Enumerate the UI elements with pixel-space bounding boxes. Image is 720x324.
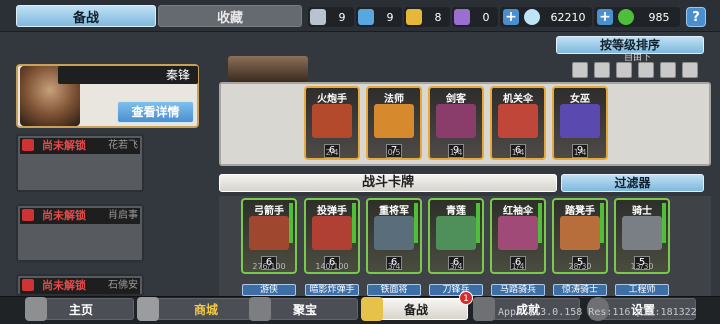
next-unit-label[interactable]: 铁面将: [367, 284, 421, 296]
blue-medal-icon: [358, 9, 374, 25]
nav-treasure[interactable]: 聚宝: [249, 297, 358, 321]
locked-character-name: 石佛安: [108, 280, 138, 291]
next-unit-label[interactable]: 惊涛骑士: [553, 284, 607, 296]
locked-character-card[interactable]: 尚未解锁 石佛安: [16, 274, 144, 296]
diamond-counter: + 62210: [500, 7, 592, 27]
helmet-filter-icon[interactable]: [616, 62, 632, 78]
unit-art: [498, 216, 538, 250]
nav-prepare[interactable]: 备战: [361, 297, 468, 321]
team-unit-card[interactable]: 剑客 9 1/4: [428, 86, 484, 160]
gold-medal-counter: 8: [404, 7, 450, 27]
unit-art: [436, 216, 476, 250]
battle-unit-card[interactable]: 青莲 6 3/4: [428, 198, 484, 274]
help-button[interactable]: ?: [686, 7, 706, 27]
battle-cards-header: 战斗卡牌: [219, 174, 557, 192]
silver-medal-counter: 9: [308, 7, 354, 27]
boss-portrait: [228, 56, 308, 82]
cards-icon: [361, 297, 383, 321]
coin-counter: + 985: [594, 7, 680, 27]
treasure-bowl-icon: [249, 297, 271, 321]
unit-art: [436, 104, 476, 138]
lock-icon: [22, 279, 34, 291]
debug-info: App: 113.0.158 Res:116 pid:181322: [498, 307, 697, 318]
unit-art: [249, 216, 289, 250]
unit-art: [312, 104, 352, 138]
castle-icon: [25, 297, 47, 321]
next-unit-label[interactable]: 游侠: [242, 284, 296, 296]
notification-badge: 1: [459, 291, 473, 305]
battle-unit-card[interactable]: 踏凳手 5 28/30: [552, 198, 608, 274]
locked-character-name: 花若飞: [108, 140, 138, 151]
next-unit-label[interactable]: 马踏骑兵: [491, 284, 545, 296]
next-unit-label[interactable]: 暗影炸弹手: [305, 284, 359, 296]
add-diamond-button[interactable]: +: [503, 9, 519, 25]
tab-prepare[interactable]: 备战: [16, 5, 156, 27]
view-details-button[interactable]: 查看详情: [117, 101, 194, 123]
tower-filter-icon[interactable]: [572, 62, 588, 78]
trophy-icon: [473, 297, 495, 321]
battle-unit-card[interactable]: 投弹手 6 140/100: [304, 198, 360, 274]
next-unit-label[interactable]: 工程师: [615, 284, 669, 296]
battle-unit-card[interactable]: 弓箭手 6 276/100: [241, 198, 297, 274]
team-unit-card[interactable]: 法师 7 0/5: [366, 86, 422, 160]
purple-medal-icon: [454, 9, 470, 25]
unit-art: [498, 104, 538, 138]
nav-home[interactable]: 主页: [25, 297, 134, 321]
locked-character-name: 肖启事: [108, 210, 138, 221]
shield-filter-icon[interactable]: [682, 62, 698, 78]
team-unit-card[interactable]: 火炮手 6 2/4: [304, 86, 360, 160]
gold-medal-icon: [406, 9, 422, 25]
tab-collection[interactable]: 收藏: [158, 5, 302, 27]
unit-art: [374, 216, 414, 250]
locked-character-card[interactable]: 尚未解锁 花若飞: [16, 134, 144, 192]
silver-medal-icon: [310, 9, 326, 25]
unit-art: [560, 104, 600, 138]
battle-unit-card[interactable]: 重将军 6 3/4: [366, 198, 422, 274]
locked-character-card[interactable]: 尚未解锁 肖启事: [16, 204, 144, 262]
unit-art: [374, 104, 414, 138]
unit-art: [560, 216, 600, 250]
team-unit-card[interactable]: 机关伞 6 1/4: [490, 86, 546, 160]
team-unit-card[interactable]: 女巫 9 1/4: [552, 86, 608, 160]
staff-filter-icon[interactable]: [660, 62, 676, 78]
unit-art: [622, 216, 662, 250]
battle-unit-card[interactable]: 骑士 5 13/30: [614, 198, 670, 274]
purple-medal-counter: 0: [452, 7, 498, 27]
coins-icon: [137, 297, 159, 321]
unit-art: [312, 216, 352, 250]
bow-filter-icon[interactable]: [638, 62, 654, 78]
sword-filter-icon[interactable]: [594, 62, 610, 78]
add-coin-button[interactable]: +: [597, 9, 613, 25]
filter-button[interactable]: 过滤器: [561, 174, 704, 192]
battle-unit-card[interactable]: 红袖伞 6 1/4: [490, 198, 546, 274]
sort-hint: 自由下: [624, 53, 652, 63]
diamond-icon: [524, 9, 540, 25]
lock-icon: [22, 139, 34, 151]
next-unit-label[interactable]: 刀锋兵: [429, 284, 483, 296]
blue-medal-counter: 9: [356, 7, 402, 27]
green-coin-icon: [618, 9, 634, 25]
character-name: 秦锋: [58, 66, 198, 84]
lock-icon: [22, 209, 34, 221]
